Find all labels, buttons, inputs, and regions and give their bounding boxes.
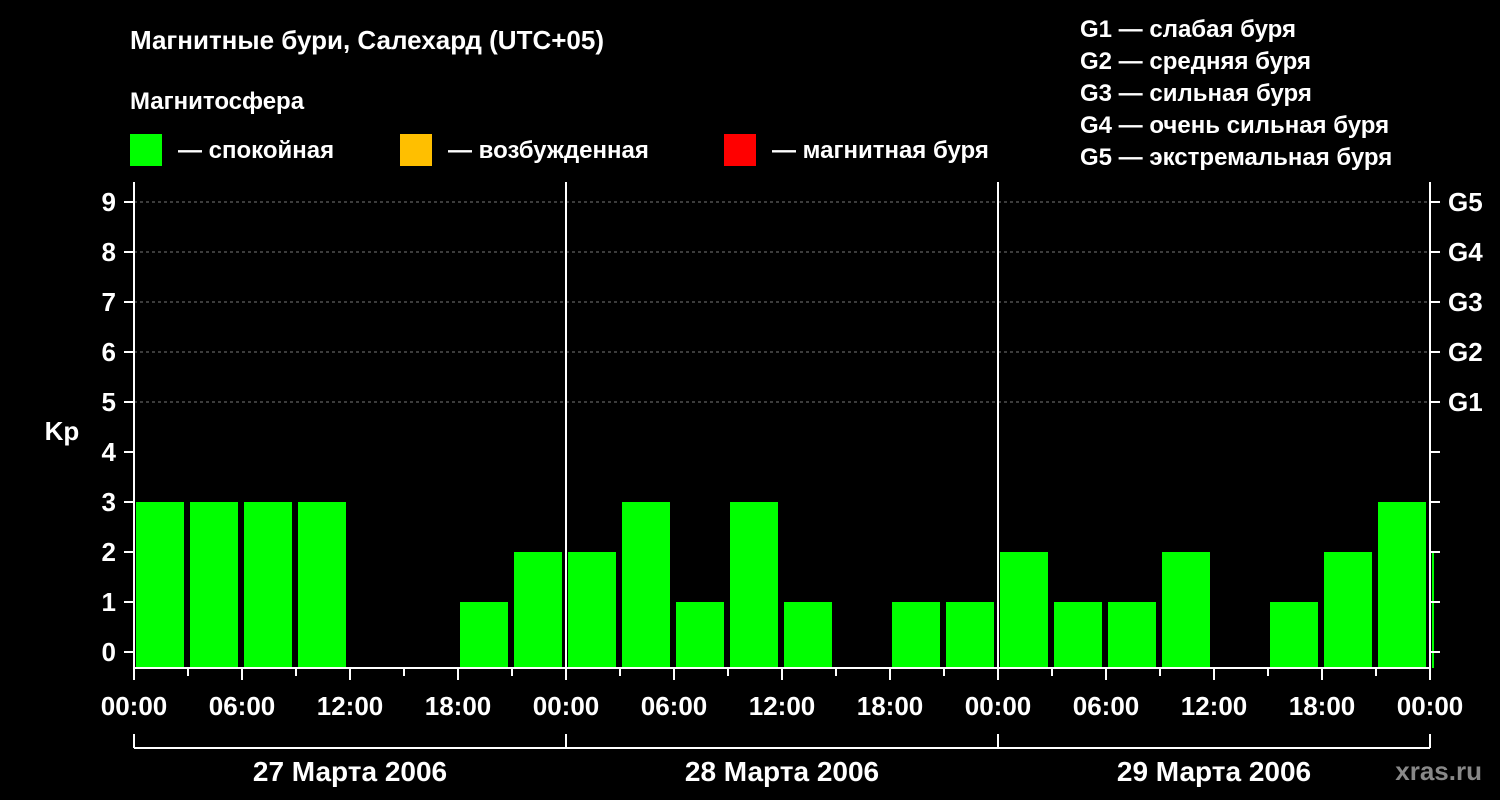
bar [136,502,184,668]
x-tick-label: 12:00 [1181,691,1248,721]
storm-scale-item: G1 — слабая буря [1080,16,1296,43]
y-tick-label: 1 [102,587,116,617]
legend-swatch-storm [724,134,756,166]
x-tick-label: 06:00 [1073,691,1140,721]
legend-swatch-excited [400,134,432,166]
bar [190,502,238,668]
legend-label-storm: — магнитная буря [772,137,989,164]
legend-label-excited: — возбужденная [448,137,649,164]
y-tick-label: 2 [102,537,116,567]
x-tick-label: 00:00 [965,691,1032,721]
storm-scale-item: G3 — сильная буря [1080,80,1312,107]
x-tick-label: 18:00 [857,691,924,721]
x-tick-label: 00:00 [533,691,600,721]
x-tick-label: 12:00 [317,691,384,721]
storm-scale: G1 — слабая буря G2 — средняя буря G3 — си… [1080,16,1392,171]
day-label: 29 Марта 2006 [1117,756,1311,787]
x-tick-label: 00:00 [101,691,168,721]
legend-label-quiet: — спокойная [178,137,334,164]
y-tick-label: 6 [102,337,116,367]
bar [244,502,292,668]
x-tick-label: 18:00 [425,691,492,721]
x-tick-label: 00:00 [1397,691,1464,721]
y-tick-label: 3 [102,487,116,517]
legend-title: Магнитосфера [130,88,305,115]
x-tick-label: 06:00 [641,691,708,721]
bar [298,502,346,668]
right-axis-label: G2 [1448,337,1483,367]
y-tick-label: 9 [102,187,116,217]
right-axis-label: G5 [1448,187,1483,217]
bar [1000,552,1048,668]
storm-scale-item: G4 — очень сильная буря [1080,112,1389,139]
bar [568,552,616,668]
bar [514,552,562,668]
bar [892,602,940,668]
bar [946,602,994,668]
day-label: 28 Марта 2006 [685,756,879,787]
bar [676,602,724,668]
bar [1162,552,1210,668]
bar [730,502,778,668]
right-axis-label: G4 [1448,237,1483,267]
y-tick-label: 8 [102,237,116,267]
kp-chart: Магнитные бури, Салехард (UTC+05) Магнит… [45,16,1484,787]
storm-scale-item: G2 — средняя буря [1080,48,1311,75]
storm-scale-item: G5 — экстремальная буря [1080,144,1392,171]
bar [1270,602,1318,668]
bar [1324,552,1372,668]
y-tick-label: 4 [102,437,117,467]
y-tick-label: 0 [102,637,116,667]
bar [1432,552,1434,668]
bar [1378,502,1426,668]
plot-area: 0 1 2 3 4 5 6 7 8 9 G1 G2 G3 G4 G5 00:00 06:00 12:00 18:00… [101,182,1483,787]
legend-swatch-quiet [130,134,162,166]
x-tick-label: 12:00 [749,691,816,721]
x-tick-label: 18:00 [1289,691,1356,721]
legend: — спокойная — возбужденная — магнитная бур… [130,134,989,166]
chart-title: Магнитные бури, Салехард (UTC+05) [130,25,604,55]
bar [1108,602,1156,668]
right-axis-label: G3 [1448,287,1483,317]
right-axis-label: G1 [1448,387,1483,417]
bar [1054,602,1102,668]
y-tick-label: 5 [102,387,116,417]
y-axis-label: Kp [45,416,80,446]
day-label: 27 Марта 2006 [253,756,447,787]
bar [784,602,832,668]
bar [622,502,670,668]
watermark: xras.ru [1395,756,1482,786]
bar [460,602,508,668]
x-tick-label: 06:00 [209,691,276,721]
y-tick-label: 7 [102,287,116,317]
